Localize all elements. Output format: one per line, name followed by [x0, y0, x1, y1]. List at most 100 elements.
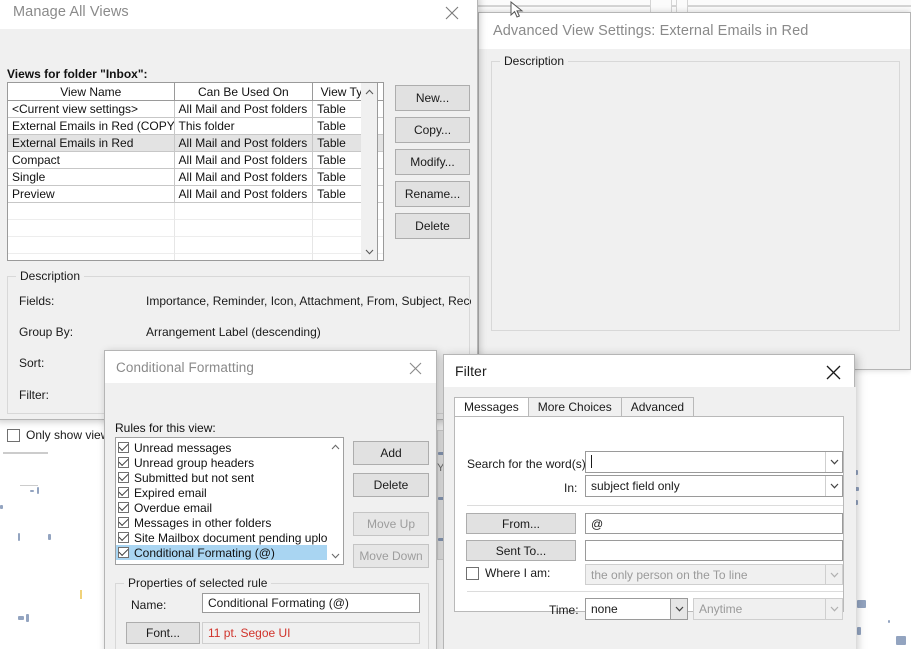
background-smudge-7 [18, 616, 24, 620]
rule-name-input[interactable]: Conditional Formating (@) [202, 593, 420, 613]
chevron-down-icon[interactable] [825, 476, 842, 496]
rule-checkbox[interactable] [118, 457, 129, 468]
time-value: none [591, 602, 618, 616]
modify-view-button[interactable]: Modify... [395, 149, 470, 175]
list-item[interactable]: Submitted but not sent [116, 470, 342, 485]
advanced-view-settings-body: Description Columns... Importance, Remin… [479, 49, 910, 371]
views-table-scrollbar[interactable] [361, 82, 378, 261]
conditional-formatting-title: Conditional Formatting [116, 359, 255, 375]
time-range-combo[interactable]: Anytime [693, 598, 843, 620]
background-smudge-2 [20, 485, 38, 486]
table-row[interactable]: Single All Mail and Post folders Table [8, 169, 383, 186]
sort-label: Sort: [19, 356, 45, 370]
scroll-up-icon[interactable] [361, 83, 377, 100]
list-item[interactable]: Expired email [116, 485, 342, 500]
list-item[interactable]: Unread messages [116, 440, 342, 455]
views-for-folder-label: Views for folder "Inbox": [7, 67, 148, 81]
table-row[interactable]: <Current view settings> All Mail and Pos… [8, 101, 383, 118]
views-table[interactable]: View Name Can Be Used On View Type <Curr… [7, 82, 384, 261]
where-i-am-checkbox-row[interactable]: Where I am: [466, 566, 550, 580]
column-header-view-name[interactable]: View Name [8, 83, 175, 101]
filter-divider-2 [467, 591, 843, 592]
background-smudge-10 [80, 590, 82, 599]
table-empty-row [8, 237, 383, 254]
in-combo[interactable]: subject field only [585, 475, 843, 497]
search-words-combo[interactable] [585, 451, 843, 473]
close-icon[interactable] [400, 355, 430, 381]
scroll-up-icon[interactable] [327, 438, 343, 455]
table-row-selected[interactable]: External Emails in Red All Mail and Post… [8, 135, 383, 152]
chevron-down-icon[interactable] [825, 599, 842, 619]
sent-to-button[interactable]: Sent To... [466, 540, 576, 561]
table-row[interactable]: Compact All Mail and Post folders Table [8, 152, 383, 169]
in-label: In: [564, 481, 578, 495]
chevron-down-icon[interactable] [825, 452, 842, 472]
background-smudge-9 [0, 505, 3, 509]
table-row[interactable]: Preview All Mail and Post folders Table [8, 186, 383, 203]
rule-label: Site Mailbox document pending upload [134, 530, 341, 545]
rule-label: Submitted but not sent [134, 470, 255, 485]
close-icon[interactable] [437, 0, 467, 26]
where-i-am-checkbox[interactable] [466, 566, 479, 580]
only-show-views-label: Only show views [26, 428, 116, 442]
table-empty-row [8, 203, 383, 220]
close-icon[interactable] [818, 359, 848, 385]
only-show-views-checkbox[interactable] [7, 428, 20, 442]
rename-view-button[interactable]: Rename... [395, 181, 470, 207]
sent-to-input[interactable] [585, 540, 843, 561]
rule-checkbox[interactable] [118, 502, 129, 513]
rule-checkbox[interactable] [118, 547, 129, 558]
move-up-button[interactable]: Move Up [353, 512, 429, 536]
rule-checkbox[interactable] [118, 487, 129, 498]
rule-checkbox[interactable] [118, 517, 129, 528]
rule-checkbox[interactable] [118, 472, 129, 483]
move-down-button[interactable]: Move Down [353, 544, 429, 568]
cell-view-name: External Emails in Red [8, 135, 175, 152]
from-button[interactable]: From... [466, 513, 576, 534]
from-input[interactable]: @ [585, 513, 843, 534]
cell-view-name: Compact [8, 152, 175, 169]
rules-list-scrollbar[interactable] [327, 437, 344, 565]
where-i-am-combo[interactable]: the only person on the To line [585, 564, 843, 585]
time-combo[interactable]: none [585, 598, 688, 620]
delete-view-button[interactable]: Delete [395, 213, 470, 239]
font-button[interactable]: Font... [126, 622, 200, 644]
cell-view-name: <Current view settings> [8, 101, 175, 118]
rule-checkbox[interactable] [118, 532, 129, 543]
list-item[interactable]: Unread group headers [116, 455, 342, 470]
rules-for-view-label: Rules for this view: [115, 421, 216, 435]
only-show-views-checkbox-row[interactable]: Only show views [7, 428, 115, 442]
rule-checkbox[interactable] [118, 442, 129, 453]
list-item[interactable]: Overdue email [116, 500, 342, 515]
list-item[interactable]: Messages in other folders [116, 515, 342, 530]
delete-rule-button[interactable]: Delete [353, 473, 429, 497]
list-item[interactable]: Site Mailbox document pending upload [116, 530, 342, 545]
views-description-legend: Description [16, 269, 85, 283]
views-table-header: View Name Can Be Used On View Type [8, 83, 383, 101]
rule-label: Unread group headers [134, 455, 255, 470]
rule-label: Expired email [134, 485, 207, 500]
column-header-can-be-used-on[interactable]: Can Be Used On [174, 83, 314, 101]
add-rule-button[interactable]: Add [353, 441, 429, 465]
scroll-down-icon[interactable] [361, 243, 377, 260]
table-row[interactable]: External Emails in Red (COPY) This folde… [8, 118, 383, 135]
chevron-down-icon[interactable] [825, 565, 842, 584]
new-view-button[interactable]: New... [395, 85, 470, 111]
cell-used-on: This folder [174, 118, 314, 135]
background-smudge-r6 [896, 636, 906, 645]
tab-more-choices[interactable]: More Choices [527, 397, 622, 416]
background-smudge-r4 [857, 600, 866, 608]
advanced-view-settings-titlebar: Advanced View Settings: External Emails … [479, 13, 910, 49]
rules-list[interactable]: Unread messages Unread group headers Sub… [115, 437, 343, 565]
text-caret [591, 455, 592, 468]
background-smudge-5 [18, 533, 20, 541]
copy-view-button[interactable]: Copy... [395, 117, 470, 143]
tab-advanced[interactable]: Advanced [620, 397, 695, 416]
scroll-down-icon[interactable] [327, 547, 343, 564]
advanced-description-legend: Description [500, 54, 569, 68]
list-item-selected[interactable]: Conditional Formating (@) [116, 545, 342, 560]
tab-messages[interactable]: Messages [454, 397, 529, 416]
chevron-down-icon[interactable] [670, 599, 687, 619]
in-value: subject field only [591, 479, 680, 493]
fields-value: Importance, Reminder, Icon, Attachment, … [146, 294, 471, 308]
